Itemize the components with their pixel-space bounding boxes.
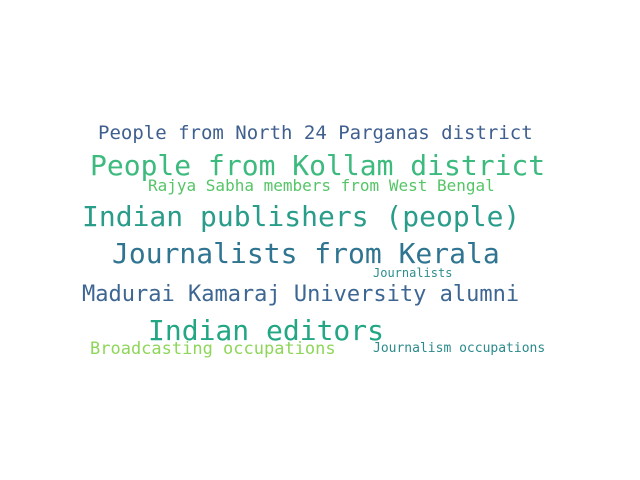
cloud-word-broadcasting-occupations: Broadcasting occupations xyxy=(90,339,336,359)
cloud-word-journalists: Journalists xyxy=(373,266,453,280)
cloud-word-rajya-sabha: Rajya Sabha members from West Bengal xyxy=(148,176,495,195)
word-cloud: People from North 24 Parganas district P… xyxy=(0,0,640,480)
cloud-word-madurai-kamaraj: Madurai Kamaraj University alumni xyxy=(82,282,520,307)
cloud-word-north-24-parganas: People from North 24 Parganas district xyxy=(98,122,533,144)
cloud-word-indian-publishers: Indian publishers (people) xyxy=(82,200,521,233)
cloud-word-journalists-kerala: Journalists from Kerala xyxy=(112,237,500,270)
cloud-word-journalism-occupations: Journalism occupations xyxy=(373,341,546,356)
